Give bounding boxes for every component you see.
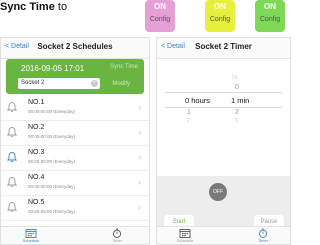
schedule-name: NO.2: [28, 124, 45, 131]
sync-time-button[interactable]: Sync Time: [110, 64, 138, 70]
tab-schedule[interactable]: Schedule: [11, 228, 51, 243]
chevron-right-icon: ›: [138, 152, 141, 162]
picker-minute-below: 3: [235, 118, 238, 124]
schedule-time: 00:00-00:00 (Everyday): [28, 109, 76, 114]
duration-picker[interactable]: 59 0 0 hours 1 min 1 2 2 3: [157, 75, 290, 135]
config-label: Config: [209, 16, 231, 23]
picker-minutes-selected: 1 min: [231, 96, 250, 105]
on-label: ON: [154, 2, 166, 11]
schedule-name: NO.1: [28, 99, 45, 106]
list-item[interactable]: NO.2 00:00-00:00 (Everyday) ›: [1, 121, 149, 146]
tab-schedule[interactable]: Schedule: [165, 228, 205, 243]
schedules-screen: < Detail Socket 2 Schedules 2016-09-05 1…: [0, 37, 150, 245]
timer-nav-bar: < Detail Socket 2 Timer: [157, 38, 290, 59]
bell-icon: [6, 127, 18, 138]
bell-icon: [6, 102, 18, 113]
tab-label: Schedule: [176, 238, 194, 243]
picker-selection-bottom: [165, 107, 282, 108]
picker-minute-above: 0: [235, 84, 239, 91]
device-datetime: 2016-09-05 17:01: [21, 64, 85, 73]
stopwatch-icon: [112, 228, 122, 238]
stopwatch-icon: [258, 228, 268, 238]
picker-minute-above: 59: [232, 75, 238, 81]
bell-icon: [6, 152, 18, 163]
timer-status-off: OFF: [209, 183, 227, 201]
tab-bar: Schedule Timer: [157, 226, 290, 244]
calendar-icon: [179, 229, 191, 238]
schedule-time: 00:00-00:00 (Everyday): [28, 134, 76, 139]
schedule-time: 00:00-00:00 (Everyday): [28, 184, 76, 189]
sync-time-caption: Sync Time to: [0, 1, 67, 13]
on-label: ON: [264, 2, 276, 11]
chevron-right-icon: ›: [138, 177, 141, 187]
sync-time-suffix: to: [57, 1, 68, 13]
list-item[interactable]: NO.3 06:00-00:00 (Everyday) ›: [1, 146, 149, 171]
config-button-yellow[interactable]: ON Config: [205, 0, 235, 32]
list-item[interactable]: NO.4 00:00-00:00 (Everyday) ›: [1, 171, 149, 196]
sync-time-bold: Sync Time: [0, 1, 55, 13]
picker-hours-selected: 0 hours: [185, 96, 211, 105]
clear-icon[interactable]: ×: [91, 80, 98, 87]
schedule-name: NO.5: [28, 199, 45, 206]
page-title: Socket 2 Schedules: [37, 42, 113, 51]
list-item[interactable]: NO.1 00:00-00:00 (Everyday) ›: [1, 96, 149, 121]
picker-minute-below: 2: [235, 109, 239, 116]
config-label: Config: [149, 16, 171, 23]
modify-button[interactable]: Modify: [112, 81, 130, 87]
schedule-name: NO.4: [28, 174, 45, 181]
tab-bar: Schedule Timer: [1, 226, 149, 244]
chevron-right-icon: ›: [138, 102, 141, 112]
tab-timer[interactable]: Timer: [243, 228, 283, 243]
page-title: Socket 2 Timer: [195, 42, 252, 51]
tab-timer[interactable]: Timer: [97, 228, 137, 243]
chevron-right-icon: ›: [138, 127, 141, 137]
schedule-name: NO.3: [28, 149, 45, 156]
socket-name-input[interactable]: Socket 2 ×: [18, 78, 100, 89]
tab-label: Timer: [111, 238, 123, 243]
config-label: Config: [259, 16, 281, 23]
config-button-green[interactable]: ON Config: [255, 0, 285, 32]
picker-hour-below: 2: [187, 118, 190, 124]
calendar-icon: [25, 229, 37, 238]
socket-name-value: Socket 2: [21, 80, 45, 86]
schedule-time: 00:00-00:00 (Everyday): [28, 209, 76, 214]
schedule-time: 06:00-00:00 (Everyday): [28, 159, 76, 164]
socket-header-card: 2016-09-05 17:01 Sync Time Socket 2 × Mo…: [6, 59, 144, 94]
bell-icon: [6, 202, 18, 213]
picker-selection-top: [165, 92, 282, 93]
tab-label: Timer: [257, 238, 269, 243]
chevron-right-icon: ›: [138, 202, 141, 212]
bell-icon: [6, 177, 18, 188]
timer-screen: < Detail Socket 2 Timer 59 0 0 hours 1 m…: [156, 37, 291, 245]
list-item[interactable]: NO.5 00:00-00:00 (Everyday) ›: [1, 196, 149, 221]
config-button-pink[interactable]: ON Config: [145, 0, 175, 32]
picker-hour-below: 1: [187, 109, 191, 116]
schedule-list: NO.1 00:00-00:00 (Everyday) › NO.2 00:00…: [1, 96, 149, 221]
tab-label: Schedule: [22, 238, 40, 243]
schedules-nav-bar: < Detail Socket 2 Schedules: [1, 38, 149, 59]
timer-control-panel: OFF Start Pause: [157, 176, 290, 230]
on-label: ON: [214, 2, 226, 11]
